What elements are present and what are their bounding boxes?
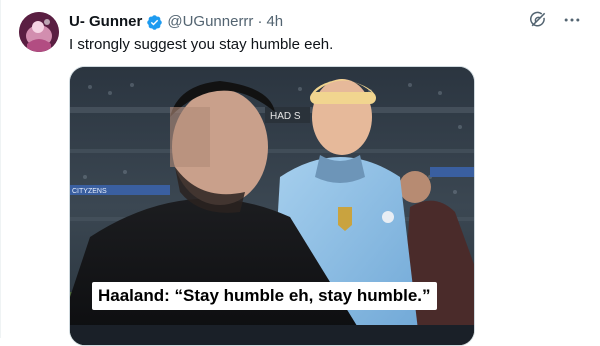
more-icon[interactable] — [562, 10, 582, 30]
ad-board-text: CITYZENS — [72, 188, 107, 195]
tweet-media[interactable]: HAD S CITYZENS Haaland: “Stay humble eh,… — [69, 66, 475, 346]
user-handle[interactable]: @UGunnerrr — [167, 12, 253, 32]
avatar[interactable] — [19, 12, 59, 52]
tweet-text: I strongly suggest you stay humble eeh. — [69, 36, 334, 53]
avatar-image — [19, 12, 59, 52]
timestamp[interactable]: 4h — [266, 12, 283, 32]
tweet-actions — [528, 10, 582, 30]
tweet-header: U- Gunner @UGunnerrr · 4h — [69, 12, 283, 32]
grok-icon[interactable] — [528, 10, 548, 30]
stadium-sign: HAD S — [270, 111, 301, 122]
separator-dot: · — [257, 13, 263, 30]
verified-badge-icon — [146, 14, 163, 31]
tweet: U- Gunner @UGunnerrr · 4h I strongly sug… — [0, 0, 600, 346]
display-name[interactable]: U- Gunner — [69, 12, 142, 32]
media-caption: Haaland: “Stay humble eh, stay humble.” — [92, 282, 437, 310]
